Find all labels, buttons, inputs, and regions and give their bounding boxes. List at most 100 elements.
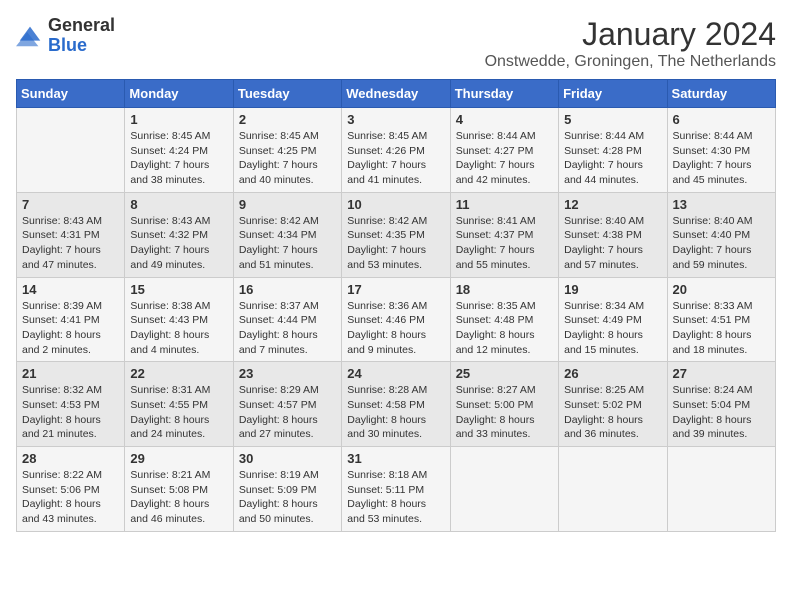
week-row-4: 28 Sunrise: 8:22 AMSunset: 5:06 PMDayligh… [17,447,776,532]
calendar-cell: 19Sunrise: 8:34 AMSunset: 4:49 PMDayligh… [559,277,667,362]
week-row-0: 1Sunrise: 8:45 AMSunset: 4:24 PMDaylight… [17,108,776,193]
day-info: Sunrise: 8:45 AMSunset: 4:26 PMDaylight:… [347,129,444,188]
day-number: 28 [22,451,119,466]
day-info: Sunrise: 8:24 AMSunset: 5:04 PMDaylight:… [673,383,770,442]
day-info: Sunrise: 8:43 AMSunset: 4:32 PMDaylight:… [130,214,227,273]
day-info: Sunrise: 8:22 AMSunset: 5:06 PMDaylight:… [22,468,119,527]
day-number: 15 [130,282,227,297]
day-info: Sunrise: 8:19 AMSunset: 5:09 PMDaylight:… [239,468,336,527]
day-number: 5 [564,112,661,127]
page-header: General Blue January 2024 Onstwedde, Gro… [16,16,776,71]
calendar-cell: 6 Sunrise: 8:44 AMSunset: 4:30 PMDaylight… [667,108,775,193]
calendar-cell: 1Sunrise: 8:45 AMSunset: 4:24 PMDaylight… [125,108,233,193]
calendar-cell [559,447,667,532]
day-info: Sunrise: 8:44 AMSunset: 4:27 PMDaylight:… [456,129,553,188]
day-number: 13 [673,197,770,212]
day-info: Sunrise: 8:42 AMSunset: 4:35 PMDaylight:… [347,214,444,273]
calendar-cell: 26Sunrise: 8:25 AMSunset: 5:02 PMDayligh… [559,362,667,447]
day-number: 19 [564,282,661,297]
logo-general: General [48,16,115,36]
weekday-header-saturday: Saturday [667,80,775,108]
calendar-cell: 20Sunrise: 8:33 AMSunset: 4:51 PMDayligh… [667,277,775,362]
calendar-cell: 22Sunrise: 8:31 AMSunset: 4:55 PMDayligh… [125,362,233,447]
day-number: 12 [564,197,661,212]
calendar-cell: 17 Sunrise: 8:36 AMSunset: 4:46 PMDayligh… [342,277,450,362]
weekday-header-wednesday: Wednesday [342,80,450,108]
day-number: 8 [130,197,227,212]
calendar-cell: 5 Sunrise: 8:44 AMSunset: 4:28 PMDaylight… [559,108,667,193]
weekday-header-monday: Monday [125,80,233,108]
day-info: Sunrise: 8:18 AMSunset: 5:11 PMDaylight:… [347,468,444,527]
day-info: Sunrise: 8:27 AMSunset: 5:00 PMDaylight:… [456,383,553,442]
calendar-cell: 13 Sunrise: 8:40 AMSunset: 4:40 PMDayligh… [667,192,775,277]
day-number: 3 [347,112,444,127]
day-info: Sunrise: 8:28 AMSunset: 4:58 PMDaylight:… [347,383,444,442]
day-info: Sunrise: 8:43 AMSunset: 4:31 PMDaylight:… [22,214,119,273]
calendar-cell: 4 Sunrise: 8:44 AMSunset: 4:27 PMDaylight… [450,108,558,193]
day-info: Sunrise: 8:40 AMSunset: 4:40 PMDaylight:… [673,214,770,273]
day-number: 11 [456,197,553,212]
day-number: 17 [347,282,444,297]
day-info: Sunrise: 8:44 AMSunset: 4:28 PMDaylight:… [564,129,661,188]
calendar-cell: 9 Sunrise: 8:42 AMSunset: 4:34 PMDaylight… [233,192,341,277]
day-info: Sunrise: 8:31 AMSunset: 4:55 PMDaylight:… [130,383,227,442]
day-info: Sunrise: 8:41 AMSunset: 4:37 PMDaylight:… [456,214,553,273]
calendar-subtitle: Onstwedde, Groningen, The Netherlands [485,53,776,71]
calendar-cell [667,447,775,532]
day-number: 18 [456,282,553,297]
calendar-cell: 28 Sunrise: 8:22 AMSunset: 5:06 PMDayligh… [17,447,125,532]
calendar-cell: 25 Sunrise: 8:27 AMSunset: 5:00 PMDayligh… [450,362,558,447]
calendar-cell: 15Sunrise: 8:38 AMSunset: 4:43 PMDayligh… [125,277,233,362]
calendar-cell: 21Sunrise: 8:32 AMSunset: 4:53 PMDayligh… [17,362,125,447]
day-info: Sunrise: 8:40 AMSunset: 4:38 PMDaylight:… [564,214,661,273]
day-info: Sunrise: 8:39 AMSunset: 4:41 PMDaylight:… [22,299,119,358]
day-number: 30 [239,451,336,466]
calendar-cell: 27 Sunrise: 8:24 AMSunset: 5:04 PMDayligh… [667,362,775,447]
day-info: Sunrise: 8:35 AMSunset: 4:48 PMDaylight:… [456,299,553,358]
day-number: 14 [22,282,119,297]
day-number: 4 [456,112,553,127]
calendar-cell: 18 Sunrise: 8:35 AMSunset: 4:48 PMDayligh… [450,277,558,362]
day-number: 9 [239,197,336,212]
calendar-body: 1Sunrise: 8:45 AMSunset: 4:24 PMDaylight… [17,108,776,532]
day-number: 27 [673,366,770,381]
day-number: 7 [22,197,119,212]
day-info: Sunrise: 8:36 AMSunset: 4:46 PMDaylight:… [347,299,444,358]
logo-icon [16,22,44,50]
day-info: Sunrise: 8:44 AMSunset: 4:30 PMDaylight:… [673,129,770,188]
title-block: January 2024 Onstwedde, Groningen, The N… [485,16,776,71]
day-info: Sunrise: 8:37 AMSunset: 4:44 PMDaylight:… [239,299,336,358]
calendar-cell: 3 Sunrise: 8:45 AMSunset: 4:26 PMDaylight… [342,108,450,193]
weekday-header-thursday: Thursday [450,80,558,108]
weekday-row: SundayMondayTuesdayWednesdayThursdayFrid… [17,80,776,108]
logo: General Blue [16,16,115,56]
weekday-header-friday: Friday [559,80,667,108]
day-number: 16 [239,282,336,297]
calendar-cell: 8 Sunrise: 8:43 AMSunset: 4:32 PMDaylight… [125,192,233,277]
day-number: 6 [673,112,770,127]
calendar-cell: 10 Sunrise: 8:42 AMSunset: 4:35 PMDayligh… [342,192,450,277]
day-number: 10 [347,197,444,212]
day-number: 1 [130,112,227,127]
day-info: Sunrise: 8:42 AMSunset: 4:34 PMDaylight:… [239,214,336,273]
calendar-cell: 24Sunrise: 8:28 AMSunset: 4:58 PMDayligh… [342,362,450,447]
day-number: 31 [347,451,444,466]
day-number: 21 [22,366,119,381]
calendar-cell: 31 Sunrise: 8:18 AMSunset: 5:11 PMDayligh… [342,447,450,532]
weekday-header-sunday: Sunday [17,80,125,108]
calendar-header: SundayMondayTuesdayWednesdayThursdayFrid… [17,80,776,108]
calendar-cell: 2Sunrise: 8:45 AMSunset: 4:25 PMDaylight… [233,108,341,193]
weekday-header-tuesday: Tuesday [233,80,341,108]
calendar-cell: 30 Sunrise: 8:19 AMSunset: 5:09 PMDayligh… [233,447,341,532]
day-number: 25 [456,366,553,381]
day-info: Sunrise: 8:21 AMSunset: 5:08 PMDaylight:… [130,468,227,527]
calendar-cell [450,447,558,532]
calendar-title: January 2024 [485,16,776,53]
day-info: Sunrise: 8:25 AMSunset: 5:02 PMDaylight:… [564,383,661,442]
day-info: Sunrise: 8:45 AMSunset: 4:25 PMDaylight:… [239,129,336,188]
calendar-cell: 7 Sunrise: 8:43 AMSunset: 4:31 PMDaylight… [17,192,125,277]
calendar-cell: 16 Sunrise: 8:37 AMSunset: 4:44 PMDayligh… [233,277,341,362]
calendar-table: SundayMondayTuesdayWednesdayThursdayFrid… [16,79,776,532]
day-info: Sunrise: 8:29 AMSunset: 4:57 PMDaylight:… [239,383,336,442]
calendar-cell: 23Sunrise: 8:29 AMSunset: 4:57 PMDayligh… [233,362,341,447]
